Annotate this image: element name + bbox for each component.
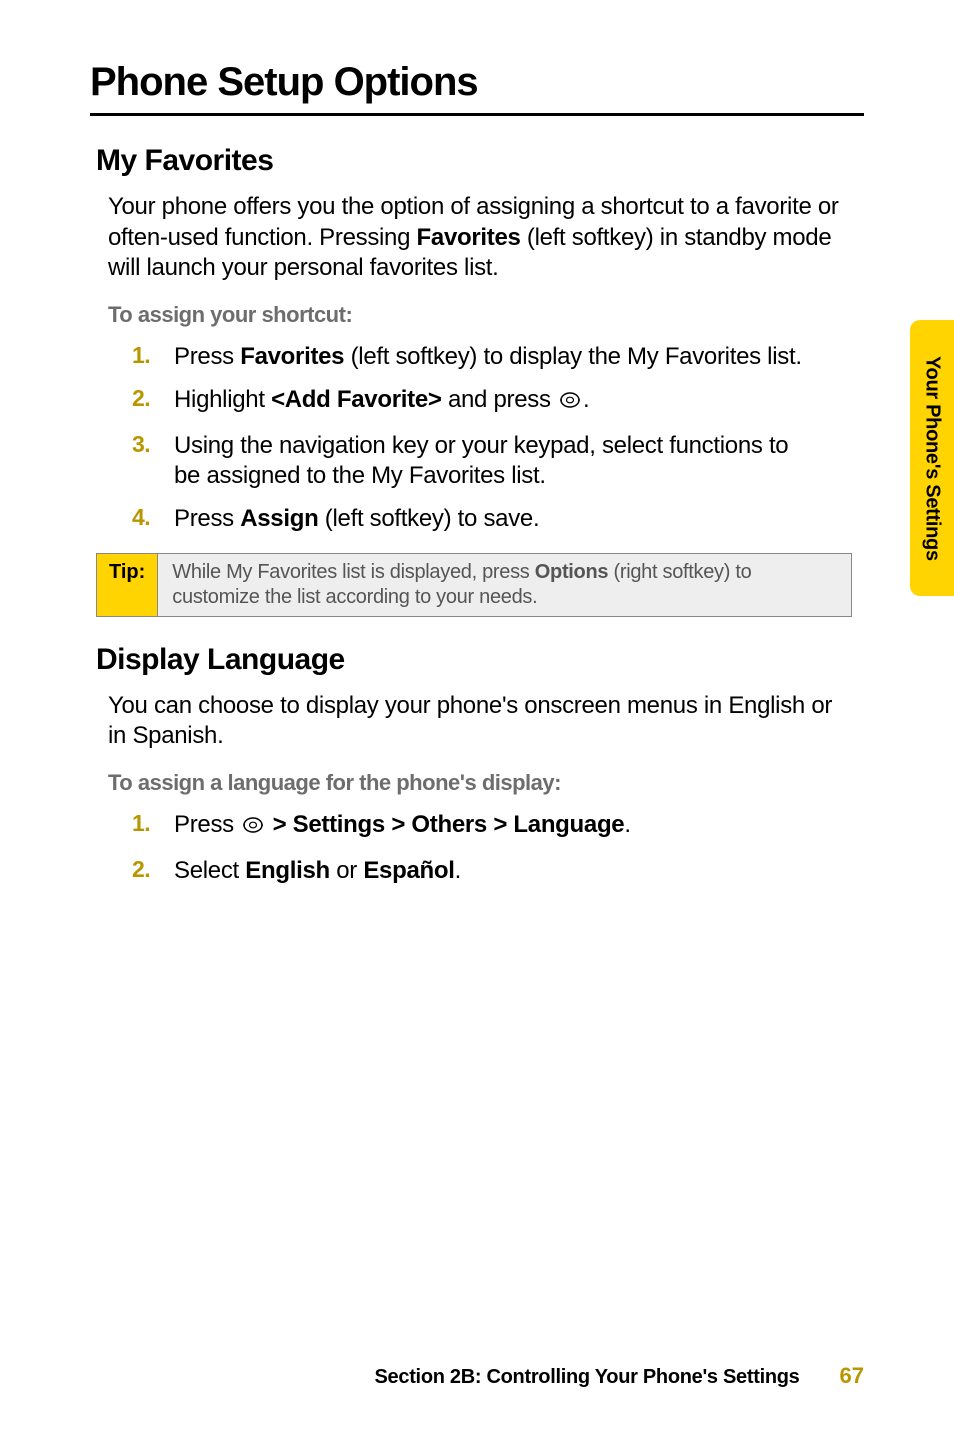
tip-label: Tip: [97, 554, 158, 616]
step-number: 1. [132, 810, 174, 837]
menu-path: > Settings > Others > Language [266, 811, 624, 838]
text-pre: Press [174, 505, 240, 532]
assign-shortcut-heading: To assign your shortcut: [108, 302, 864, 328]
text-pre: Select [174, 857, 245, 884]
text-pre: Press [174, 811, 240, 838]
page-footer: Section 2B: Controlling Your Phone's Set… [0, 1363, 954, 1389]
text-post: (left softkey) to save. [318, 505, 539, 532]
side-tab-label: Your Phone's Settings [921, 356, 944, 561]
footer-section-label: Section 2B: Controlling Your Phone's Set… [375, 1366, 800, 1389]
tip-box: Tip: While My Favorites list is displaye… [96, 553, 852, 617]
step-text: Press > Settings > Others > Language. [174, 810, 631, 844]
step-number: 2. [132, 385, 174, 412]
tip-pre: While My Favorites list is displayed, pr… [172, 561, 534, 583]
step-number: 2. [132, 856, 174, 883]
step-text: Press Favorites (left softkey) to displa… [174, 342, 802, 373]
step-2: 2. Highlight <Add Favorite> and press . [132, 385, 804, 419]
text-post: (left softkey) to display the My Favorit… [344, 343, 801, 370]
step-text: Highlight <Add Favorite> and press . [174, 385, 589, 419]
section-display-language-heading: Display Language [96, 643, 864, 677]
text-post: . [624, 811, 630, 838]
display-language-intro: You can choose to display your phone's o… [108, 691, 844, 752]
page-title: Phone Setup Options [90, 60, 864, 116]
assign-shortcut-steps: 1. Press Favorites (left softkey) to dis… [132, 342, 804, 535]
step-number: 1. [132, 342, 174, 369]
step-3: 3. Using the navigation key or your keyp… [132, 431, 804, 492]
step-4: 4. Press Assign (left softkey) to save. [132, 504, 804, 535]
step-1: 1. Press Favorites (left softkey) to dis… [132, 342, 804, 373]
step-number: 3. [132, 431, 174, 458]
footer-page-number: 67 [840, 1363, 864, 1389]
nav-key-icon [242, 813, 264, 844]
section-my-favorites-heading: My Favorites [96, 144, 864, 178]
step-number: 4. [132, 504, 174, 531]
step-1: 1. Press > Settings > Others > Language. [132, 810, 804, 844]
add-favorite-label: <Add Favorite> [271, 386, 442, 413]
text-mid: and press [442, 386, 557, 413]
side-tab: Your Phone's Settings [910, 320, 954, 596]
text-mid: or [330, 857, 363, 884]
text-pre: Highlight [174, 386, 271, 413]
text-pre: Press [174, 343, 240, 370]
tip-text: While My Favorites list is displayed, pr… [158, 554, 851, 616]
options-label: Options [535, 561, 608, 583]
step-text: Using the navigation key or your keypad,… [174, 431, 804, 492]
text-post: . [583, 386, 589, 413]
assign-language-heading: To assign a language for the phone's dis… [108, 770, 864, 796]
favorites-label: Favorites [240, 343, 344, 370]
step-text: Select English or Español. [174, 856, 461, 887]
text-post: . [455, 857, 461, 884]
step-2: 2. Select English or Español. [132, 856, 804, 887]
my-favorites-intro: Your phone offers you the option of assi… [108, 192, 844, 284]
english-label: English [245, 857, 330, 884]
assign-language-steps: 1. Press > Settings > Others > Language.… [132, 810, 804, 886]
favorites-softkey-label: Favorites [417, 224, 521, 251]
nav-key-icon [559, 388, 581, 419]
espanol-label: Español [363, 857, 454, 884]
step-text: Press Assign (left softkey) to save. [174, 504, 539, 535]
assign-label: Assign [240, 505, 318, 532]
